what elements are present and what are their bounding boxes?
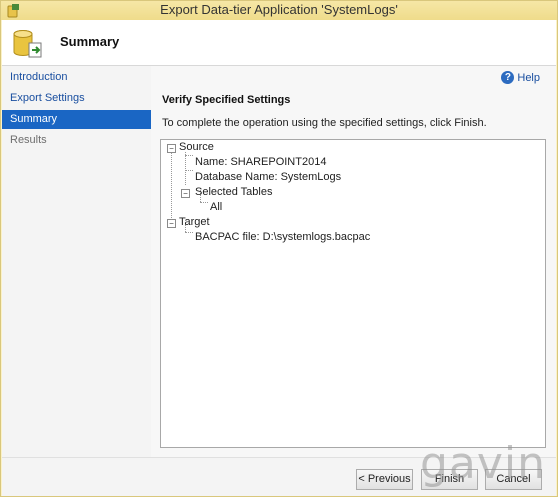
page-title: Summary (60, 34, 120, 49)
wizard-nav: Introduction Export Settings Summary Res… (2, 66, 151, 457)
tree-line (185, 170, 193, 171)
tree-node-all: All (210, 201, 223, 213)
section-title: Verify Specified Settings (162, 94, 291, 106)
tree-node-source: Source (179, 141, 214, 153)
tree-node-selected-tables: Selected Tables (195, 186, 273, 198)
title-bar[interactable]: Export Data-tier Application 'SystemLogs… (1, 1, 557, 20)
tree-node-database: Database Name: SystemLogs (195, 171, 342, 183)
database-export-icon (13, 30, 42, 58)
tree-line (185, 152, 186, 185)
tree-node-target: Target (179, 216, 210, 228)
nav-item-summary[interactable]: Summary (2, 110, 151, 129)
source-expander[interactable]: − (167, 144, 176, 153)
tree-line (171, 152, 172, 218)
watermark-text: gavin (420, 438, 547, 489)
tree-line (185, 155, 193, 156)
content-panel: ? Help Verify Specified Settings To comp… (151, 66, 556, 457)
tree-line (200, 202, 208, 203)
help-icon: ? (501, 71, 515, 84)
tree-node-name: Name: SHAREPOINT2014 (195, 156, 327, 168)
export-dialog-window: Export Data-tier Application 'SystemLogs… (0, 0, 558, 497)
instructions-text: To complete the operation using the spec… (162, 117, 487, 129)
help-label: Help (517, 71, 540, 84)
tree-node-bacpac: BACPAC file: D:\systemlogs.bacpac (195, 231, 371, 243)
window-title: Export Data-tier Application 'SystemLogs… (160, 2, 398, 17)
nav-item-results: Results (10, 134, 47, 146)
target-expander[interactable]: − (167, 219, 176, 228)
previous-button[interactable]: < Previous (356, 469, 413, 490)
selected-tables-expander[interactable]: − (181, 189, 190, 198)
nav-item-introduction[interactable]: Introduction (2, 68, 151, 87)
nav-item-export-settings[interactable]: Export Settings (2, 89, 151, 108)
settings-tree[interactable]: − Source Name: SHAREPOINT2014 Database N… (160, 139, 546, 448)
page-header: Summary (2, 20, 556, 66)
help-link[interactable]: ? Help (501, 71, 540, 84)
tree-line (185, 232, 193, 233)
